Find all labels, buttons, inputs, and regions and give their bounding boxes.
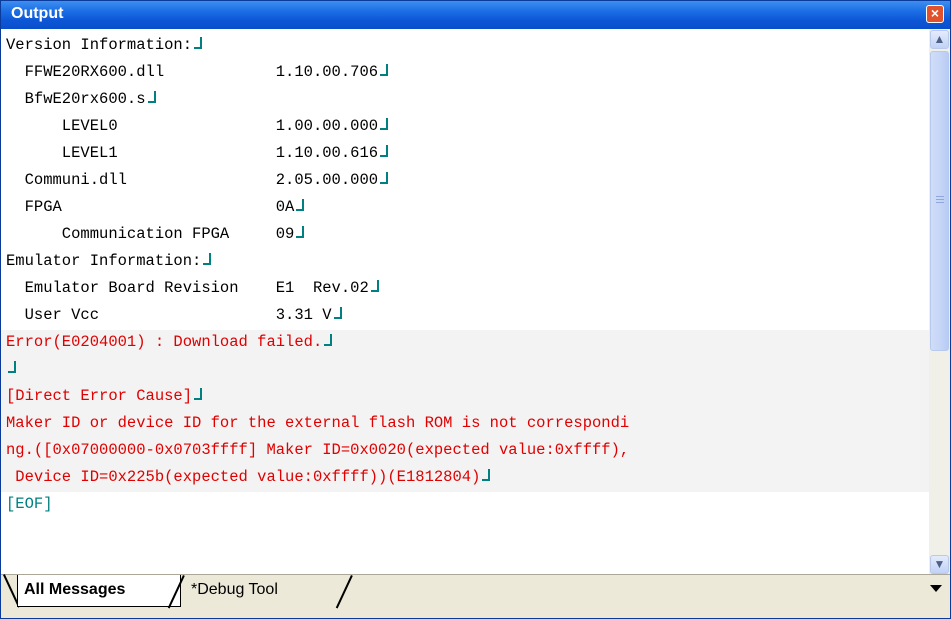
- output-line-text: User Vcc 3.31 V: [6, 306, 332, 324]
- output-window: Output × Version Information: FFWE20RX60…: [0, 0, 951, 619]
- scroll-up-button[interactable]: ▲: [930, 30, 949, 49]
- line-break-icon: [194, 37, 204, 51]
- output-line: BfwE20rx600.s: [1, 87, 929, 114]
- line-break-icon: [8, 361, 18, 375]
- output-line: FFWE20RX600.dll 1.10.00.706: [1, 60, 929, 87]
- output-line-text: Error(E0204001) : Download failed.: [6, 333, 323, 351]
- title-bar[interactable]: Output ×: [1, 1, 950, 29]
- output-line-text: Communication FPGA 09: [6, 225, 295, 243]
- line-break-icon: [194, 388, 204, 402]
- output-line-text: Communi.dll 2.05.00.000: [6, 171, 379, 189]
- output-line-text: Version Information:: [6, 36, 193, 54]
- output-line-text: LEVEL0 1.00.00.000: [6, 117, 379, 135]
- close-icon[interactable]: ×: [926, 5, 944, 23]
- line-break-icon: [333, 307, 344, 321]
- tab-debug-tool[interactable]: *Debug Tool: [185, 575, 333, 607]
- output-line: LEVEL0 1.00.00.000: [1, 114, 929, 141]
- output-line-text: [Direct Error Cause]: [6, 387, 193, 405]
- line-break-icon: [370, 280, 381, 294]
- tab-all-messages[interactable]: All Messages: [17, 575, 181, 607]
- output-line: Emulator Information:: [1, 249, 929, 276]
- line-break-icon: [482, 469, 492, 483]
- output-line: User Vcc 3.31 V: [1, 303, 929, 330]
- output-line: [EOF]: [1, 492, 929, 519]
- line-break-icon: [324, 334, 334, 348]
- line-break-icon: [380, 64, 390, 78]
- vertical-scrollbar[interactable]: ▲ ▼: [929, 29, 950, 575]
- output-line: [Direct Error Cause]: [1, 384, 929, 411]
- tab-divider: [335, 575, 353, 609]
- output-line-text: ng.([0x07000000-0x0703ffff] Maker ID=0x0…: [6, 441, 630, 459]
- line-break-icon: [147, 91, 158, 105]
- output-line-text: [EOF]: [6, 495, 53, 513]
- output-line-text: Emulator Board Revision E1 Rev.02: [6, 279, 369, 297]
- line-break-icon: [380, 172, 390, 186]
- output-line: FPGA 0A: [1, 195, 929, 222]
- output-line: ng.([0x07000000-0x0703ffff] Maker ID=0x0…: [1, 438, 929, 465]
- output-line-text: LEVEL1 1.10.00.616: [6, 144, 379, 162]
- output-line-text: Emulator Information:: [6, 252, 202, 270]
- line-break-icon: [380, 118, 390, 132]
- output-line-text: BfwE20rx600.s: [6, 90, 146, 108]
- window-title: Output: [11, 5, 64, 22]
- output-text-area[interactable]: Version Information: FFWE20RX600.dll 1.1…: [1, 29, 929, 569]
- line-break-icon: [380, 145, 390, 159]
- output-line: Communi.dll 2.05.00.000: [1, 168, 929, 195]
- output-line: Communication FPGA 09: [1, 222, 929, 249]
- output-line: Version Information:: [1, 33, 929, 60]
- output-line: Error(E0204001) : Download failed.: [1, 330, 929, 357]
- chevron-down-icon[interactable]: [930, 585, 942, 592]
- tab-bar: All Messages *Debug Tool: [1, 574, 950, 618]
- thumb-grip: [936, 199, 944, 200]
- output-line: Device ID=0x225b(expected value:0xffff))…: [1, 465, 929, 492]
- output-line: Emulator Board Revision E1 Rev.02: [1, 276, 929, 303]
- output-line: Maker ID or device ID for the external f…: [1, 411, 929, 438]
- output-line-text: Maker ID or device ID for the external f…: [6, 414, 630, 432]
- output-line: LEVEL1 1.10.00.616: [1, 141, 929, 168]
- scroll-thumb[interactable]: [930, 51, 949, 351]
- output-line: [1, 357, 929, 384]
- line-break-icon: [203, 253, 213, 267]
- line-break-icon: [296, 199, 306, 213]
- line-break-icon: [296, 226, 306, 240]
- thumb-grip: [936, 202, 944, 203]
- output-line-text: Device ID=0x225b(expected value:0xffff))…: [6, 468, 481, 486]
- output-line-text: FFWE20RX600.dll 1.10.00.706: [6, 63, 379, 81]
- thumb-grip: [936, 196, 944, 197]
- output-line-text: FPGA 0A: [6, 198, 295, 216]
- scroll-down-button[interactable]: ▼: [930, 555, 949, 574]
